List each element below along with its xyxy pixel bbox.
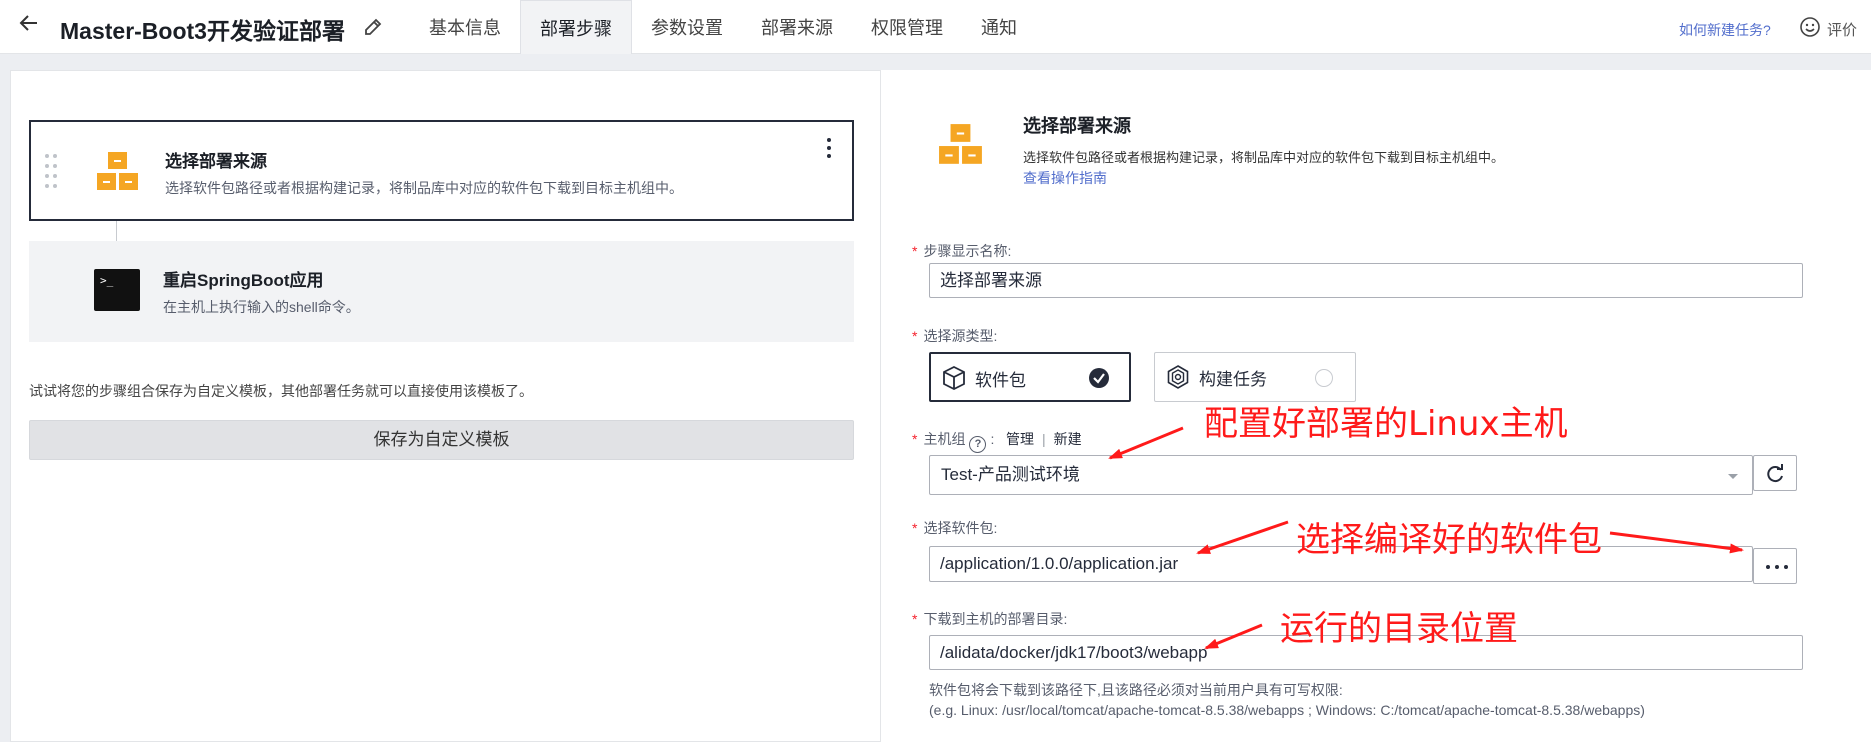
tab-bar: 基本信息 部署步骤 参数设置 部署来源 权限管理 通知: [410, 0, 1036, 54]
deploy-dir-label: * 下载到主机的部署目录:: [912, 611, 1068, 627]
source-type-build-card[interactable]: 构建任务: [1154, 352, 1356, 402]
detail-description: 选择软件包路径或者根据构建记录，将制品库中对应的软件包下载到目标主机组中。: [1023, 150, 1505, 165]
package-boxes-icon: [96, 150, 140, 194]
smile-icon[interactable]: [1799, 16, 1821, 38]
step-description: 在主机上执行输入的shell命令。: [163, 299, 360, 315]
source-type-label-text: 选择源类型:: [923, 328, 998, 344]
host-group-value: Test-产品测试环境: [941, 465, 1080, 484]
tab-basic-info[interactable]: 基本信息: [410, 0, 520, 54]
step-name-label: * 步骤显示名称:: [912, 243, 1012, 259]
path-help-example: (e.g. Linux: /usr/local/tomcat/apache-to…: [929, 702, 1645, 718]
template-hint: 试试将您的步骤组合保存为自定义模板，其他部署任务就可以直接使用该模板了。: [29, 383, 533, 399]
divider: |: [1042, 431, 1046, 447]
source-type-label: 构建任务: [1199, 370, 1267, 389]
radio-unselected[interactable]: [1315, 369, 1333, 387]
page-title: Master-Boot3开发验证部署: [60, 18, 345, 44]
annotation-host: 配置好部署的Linux主机: [1204, 404, 1568, 444]
host-group-label-text: 主机组: [923, 431, 966, 447]
detail-title: 选择部署来源: [1023, 116, 1131, 136]
top-bar: Master-Boot3开发验证部署 基本信息 部署步骤 参数设置 部署来源 权…: [0, 0, 1871, 54]
tab-deploy-source[interactable]: 部署来源: [742, 0, 852, 54]
ellipsis-icon: [1766, 565, 1788, 569]
source-type-label: 软件包: [975, 371, 1026, 390]
tab-permissions[interactable]: 权限管理: [852, 0, 962, 54]
host-group-new-link[interactable]: 新建: [1054, 431, 1082, 447]
checkmark-icon: [1089, 368, 1109, 388]
step-card-restart-springboot[interactable]: >_ 重启SpringBoot应用 在主机上执行输入的shell命令。: [29, 241, 854, 342]
host-group-label: * 主机组?: 管理 | 新建: [912, 429, 1082, 453]
refresh-icon: [1767, 464, 1783, 483]
path-help-text: 软件包将会下载到该路径下,且该路径必须对当前用户具有可写权限:: [929, 682, 1343, 698]
step-description: 选择软件包路径或者根据构建记录，将制品库中对应的软件包下载到目标主机组中。: [165, 180, 683, 196]
terminal-icon: >_: [94, 269, 140, 311]
step-card-select-source[interactable]: 选择部署来源 选择软件包路径或者根据构建记录，将制品库中对应的软件包下载到目标主…: [29, 120, 854, 221]
host-group-colon: :: [990, 431, 995, 447]
annotation-package: 选择编译好的软件包: [1296, 520, 1602, 560]
cube-icon: [941, 365, 967, 391]
tab-parameters[interactable]: 参数设置: [632, 0, 742, 54]
browse-package-button[interactable]: [1753, 548, 1797, 584]
step-title: 选择部署来源: [165, 152, 267, 171]
step-title: 重启SpringBoot应用: [163, 271, 324, 290]
step-name-label-text: 步骤显示名称:: [923, 243, 1012, 259]
refresh-button[interactable]: [1753, 455, 1797, 491]
package-boxes-icon: [938, 122, 984, 168]
chevron-down-icon: [1728, 474, 1738, 479]
step-connector: [116, 221, 117, 241]
operation-guide-link[interactable]: 查看操作指南: [1023, 168, 1107, 188]
package-label-text: 选择软件包:: [923, 520, 998, 536]
tab-notifications[interactable]: 通知: [962, 0, 1036, 54]
annotation-dir: 运行的目录位置: [1280, 609, 1518, 649]
build-gear-icon: [1165, 364, 1191, 390]
source-type-package-card[interactable]: 软件包: [929, 352, 1131, 402]
how-to-create-task-link[interactable]: 如何新建任务?: [1679, 20, 1771, 40]
tab-deploy-steps[interactable]: 部署步骤: [520, 0, 632, 54]
package-label: * 选择软件包:: [912, 520, 998, 536]
host-group-select[interactable]: Test-产品测试环境: [929, 455, 1753, 495]
back-arrow-icon[interactable]: [18, 12, 44, 42]
deploy-dir-label-text: 下载到主机的部署目录:: [923, 611, 1068, 627]
rate-button[interactable]: 评价: [1827, 19, 1857, 40]
drag-handle-icon[interactable]: [45, 154, 57, 188]
edit-pencil-icon[interactable]: [363, 17, 383, 37]
help-question-icon[interactable]: ?: [969, 436, 987, 453]
save-as-template-button[interactable]: 保存为自定义模板: [29, 420, 854, 460]
host-group-manage-link[interactable]: 管理: [1006, 431, 1034, 447]
more-options-icon[interactable]: [821, 136, 837, 160]
source-type-label: * 选择源类型:: [912, 328, 998, 344]
step-name-input[interactable]: 选择部署来源: [929, 263, 1803, 298]
